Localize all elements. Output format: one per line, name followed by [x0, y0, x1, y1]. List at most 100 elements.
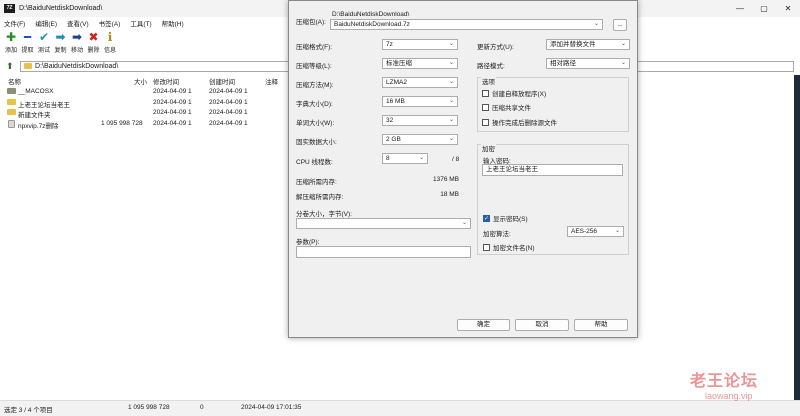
encrypt-filenames-label: 加密文件名(N)	[493, 245, 535, 252]
parameters-label: 参数(P):	[296, 239, 320, 246]
chevron-down-icon: ⌄	[620, 41, 626, 47]
split-volume-select[interactable]: ⌄	[296, 218, 471, 229]
format-label: 压缩格式(F):	[296, 44, 333, 51]
watermark: 老王论坛 laowang.vip	[690, 367, 800, 407]
encryption-method-label: 加密算法:	[483, 231, 511, 238]
update-mode-value: 添加并替换文件	[550, 41, 596, 48]
status-size: 1 095 998 728	[128, 404, 170, 411]
menu-tools[interactable]: 工具(T)	[130, 18, 151, 28]
parameters-input[interactable]	[296, 246, 471, 258]
compress-shared-label: 压缩共享文件	[492, 105, 531, 112]
menu-file[interactable]: 文件(F)	[4, 18, 25, 28]
word-size-label: 单词大小(W):	[296, 120, 335, 127]
minimize-button[interactable]: —	[728, 0, 752, 17]
ok-button[interactable]: 确定	[457, 319, 510, 331]
up-folder-icon[interactable]: ⬆	[6, 61, 20, 72]
file-modified: 2024-04-09 1	[153, 109, 192, 116]
cancel-button[interactable]: 取消	[515, 319, 569, 331]
toolbar-button-4[interactable]: ➡ 移动	[69, 31, 85, 54]
encryption-method-value: AES-256	[571, 228, 598, 235]
folder-icon	[24, 63, 32, 69]
solid-size-select[interactable]: 2 GB ⌄	[382, 134, 458, 145]
toolbar-label: 添加	[4, 48, 17, 54]
chevron-down-icon: ⌄	[593, 21, 599, 27]
file-row[interactable]: 新建文件夹 2024-04-09 1 2024-04-09 1	[0, 108, 300, 119]
word-size-value: 32	[386, 117, 394, 124]
add-to-archive-dialog: 压缩包(A): D:\BaiduNetdiskDownload\ BaiduNe…	[288, 0, 638, 338]
encryption-method-select[interactable]: AES-256 ⌄	[567, 226, 624, 237]
dictionary-label: 字典大小(D):	[296, 101, 333, 108]
word-size-select[interactable]: 32 ⌄	[382, 115, 458, 126]
archive-label: 压缩包(A):	[296, 19, 326, 26]
menu-view[interactable]: 查看(V)	[67, 18, 89, 28]
archive-name-combo[interactable]: BaiduNetdiskDownload.7z ⌄	[330, 19, 603, 30]
memory-decompress-label: 解压缩所需内存:	[296, 194, 344, 201]
folder-icon	[7, 98, 16, 105]
checkbox-box	[483, 243, 490, 251]
column-name[interactable]: 名称	[8, 76, 21, 86]
toolbar-button-1[interactable]: ━ 提取	[20, 31, 36, 54]
menu-bookmarks[interactable]: 书签(A)	[99, 18, 121, 28]
chevron-down-icon: ⌄	[614, 228, 620, 234]
method-select[interactable]: LZMA2 ⌄	[382, 77, 458, 88]
cpu-threads-select[interactable]: 8 ⌄	[382, 153, 428, 164]
toolbar-label: 测试	[37, 48, 50, 54]
solid-size-label: 固实数据大小:	[296, 139, 337, 146]
dictionary-value: 16 MB	[386, 98, 405, 105]
file-list: __MACOSX 2024-04-09 1 2024-04-09 1 上老王论坛当老王…	[0, 87, 300, 130]
menu-edit[interactable]: 编辑(E)	[35, 18, 57, 28]
update-mode-label: 更新方式(U):	[477, 44, 514, 51]
status-count: 0	[200, 404, 204, 411]
close-window-button[interactable]: ✕	[776, 0, 800, 17]
column-created[interactable]: 创建时间	[209, 76, 235, 86]
status-selection: 选定 3 / 4 个项目	[4, 407, 53, 414]
cpu-threads-label: CPU 线程数:	[296, 159, 333, 166]
memory-compress-label: 压缩所需内存:	[296, 179, 337, 186]
toolbar-button-5[interactable]: ✖ 删除	[86, 31, 102, 54]
level-value: 标准压缩	[386, 60, 412, 67]
file-name: __MACOSX	[18, 88, 54, 95]
file-created: 2024-04-09 1	[209, 98, 248, 106]
toolbar-button-0[interactable]: ✚ 添加	[3, 31, 19, 54]
chevron-down-icon: ⌄	[448, 60, 454, 66]
toolbar-button-2[interactable]: ✔ 测试	[36, 31, 52, 54]
checkbox-box	[482, 89, 489, 97]
copy-arrow-icon: ➡	[55, 30, 66, 44]
memory-decompress-value: 18 MB	[440, 191, 459, 198]
create-sfx-checkbox[interactable]: 创建自释放程序(X)	[482, 88, 546, 98]
delete-after-label: 操作完成后删除源文件	[492, 120, 557, 127]
file-row[interactable]: npxvip.7z删除 1 095 998 728 2024-04-09 1 2024…	[0, 119, 300, 130]
file-name: 上老王论坛当老王	[18, 101, 70, 109]
password-input[interactable]: 上老王论坛当老王	[482, 164, 623, 176]
encrypt-filenames-checkbox[interactable]: 加密文件名(N)	[483, 242, 535, 252]
compress-shared-checkbox[interactable]: 压缩共享文件	[482, 102, 531, 112]
file-row[interactable]: 上老王论坛当老王 2024-04-09 1 2024-04-09 1	[0, 98, 300, 109]
cpu-threads-max: / 8	[452, 156, 460, 163]
column-modified[interactable]: 修改时间	[153, 76, 179, 86]
method-label: 压缩方法(M):	[296, 82, 334, 89]
menu-help[interactable]: 帮助(H)	[162, 18, 184, 28]
column-comment[interactable]: 注释	[265, 76, 278, 86]
file-created: 2024-04-09 1	[209, 109, 248, 116]
path-mode-value: 相对路径	[550, 60, 576, 67]
maximize-button[interactable]: ▢	[752, 0, 776, 17]
delete-after-checkbox[interactable]: 操作完成后删除源文件	[482, 117, 557, 127]
toolbar-label: 移动	[70, 48, 83, 54]
file-row[interactable]: __MACOSX 2024-04-09 1 2024-04-09 1	[0, 87, 300, 98]
update-mode-select[interactable]: 添加并替换文件 ⌄	[546, 39, 630, 50]
browse-button[interactable]: ...	[613, 19, 627, 31]
dictionary-select[interactable]: 16 MB ⌄	[382, 96, 458, 107]
options-title: 选项	[481, 76, 496, 86]
help-button[interactable]: 帮助	[574, 319, 628, 331]
format-select[interactable]: 7z ⌄	[382, 39, 458, 50]
toolbar-button-6[interactable]: ℹ 信息	[102, 31, 118, 54]
show-password-checkbox[interactable]: ✓ 显示密码(S)	[483, 213, 528, 223]
chevron-down-icon: ⌄	[620, 60, 626, 66]
column-size[interactable]: 大小	[134, 76, 147, 86]
toolbar-button-3[interactable]: ➡ 复制	[53, 31, 69, 54]
info-icon: ℹ	[107, 30, 113, 44]
toolbar-label: 复制	[54, 48, 67, 54]
path-mode-select[interactable]: 相对路径 ⌄	[546, 58, 630, 69]
level-select[interactable]: 标准压缩 ⌄	[382, 58, 458, 69]
file-icon	[8, 119, 15, 128]
